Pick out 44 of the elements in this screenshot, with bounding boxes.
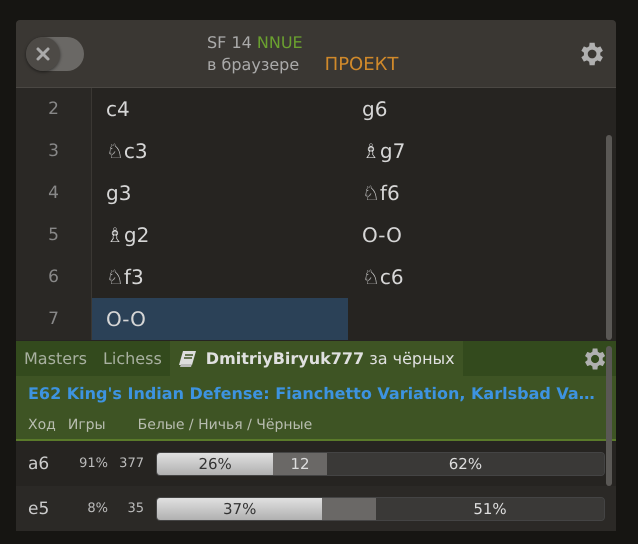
move-number: 2 xyxy=(16,88,92,130)
move-number: 6 xyxy=(16,256,92,298)
move-cell[interactable]: g6 xyxy=(348,88,604,130)
draw-segment xyxy=(322,498,376,520)
column-header: Белые / Ничья / Чёрные xyxy=(138,417,312,433)
move-cell[interactable]: O-O xyxy=(348,214,604,256)
draw-segment: 12 xyxy=(273,452,327,474)
engine-subtitle: в браузере xyxy=(207,54,300,76)
explorer-tab[interactable]: DmitriyBiryuk777 за чёрных xyxy=(170,341,463,376)
move-san[interactable]: e5 xyxy=(28,498,66,518)
move-number: 7 xyxy=(16,298,92,340)
column-header: Игры xyxy=(68,417,106,433)
loss-segment: 62% xyxy=(326,452,604,474)
move-cell[interactable]: c4 xyxy=(92,88,348,130)
explorer-tab[interactable]: Masters xyxy=(16,341,95,376)
explorer-tab[interactable]: Lichess xyxy=(94,341,170,376)
win-segment: 37% xyxy=(157,498,322,520)
move-san[interactable]: a6 xyxy=(28,454,66,474)
move-number: 5 xyxy=(16,214,92,256)
engine-tag: NNUE xyxy=(256,32,303,52)
move-cell[interactable]: ♘c6 xyxy=(348,256,604,298)
move-cell[interactable]: ♘c3 xyxy=(92,130,348,172)
engine-toggle[interactable] xyxy=(26,36,84,70)
engine-name: SF 14 xyxy=(207,32,252,52)
move-cell[interactable]: g3 xyxy=(92,172,348,214)
move-number: 4 xyxy=(16,172,92,214)
move-cell[interactable]: ♘f6 xyxy=(348,172,604,214)
engine-status: ПРОЕКТ xyxy=(324,54,398,76)
close-icon xyxy=(36,46,50,60)
move-share: 8% xyxy=(86,501,108,516)
move-cell[interactable]: ♘f3 xyxy=(92,256,348,298)
win-segment: 26% xyxy=(157,452,274,474)
move-cell[interactable]: ♗g2 xyxy=(92,214,348,256)
move-share: 91% xyxy=(78,456,108,471)
move-number: 3 xyxy=(16,130,92,172)
move-cell[interactable]: O-O xyxy=(92,298,348,340)
move-cell[interactable]: ♗g7 xyxy=(348,130,604,172)
scrollbar[interactable] xyxy=(606,135,612,340)
column-header: Ход xyxy=(28,417,56,433)
loss-segment: 51% xyxy=(376,498,604,520)
games-count: 377 xyxy=(118,456,144,471)
book-icon xyxy=(178,350,198,368)
games-count: 35 xyxy=(126,501,144,516)
scrollbar[interactable] xyxy=(606,346,612,486)
